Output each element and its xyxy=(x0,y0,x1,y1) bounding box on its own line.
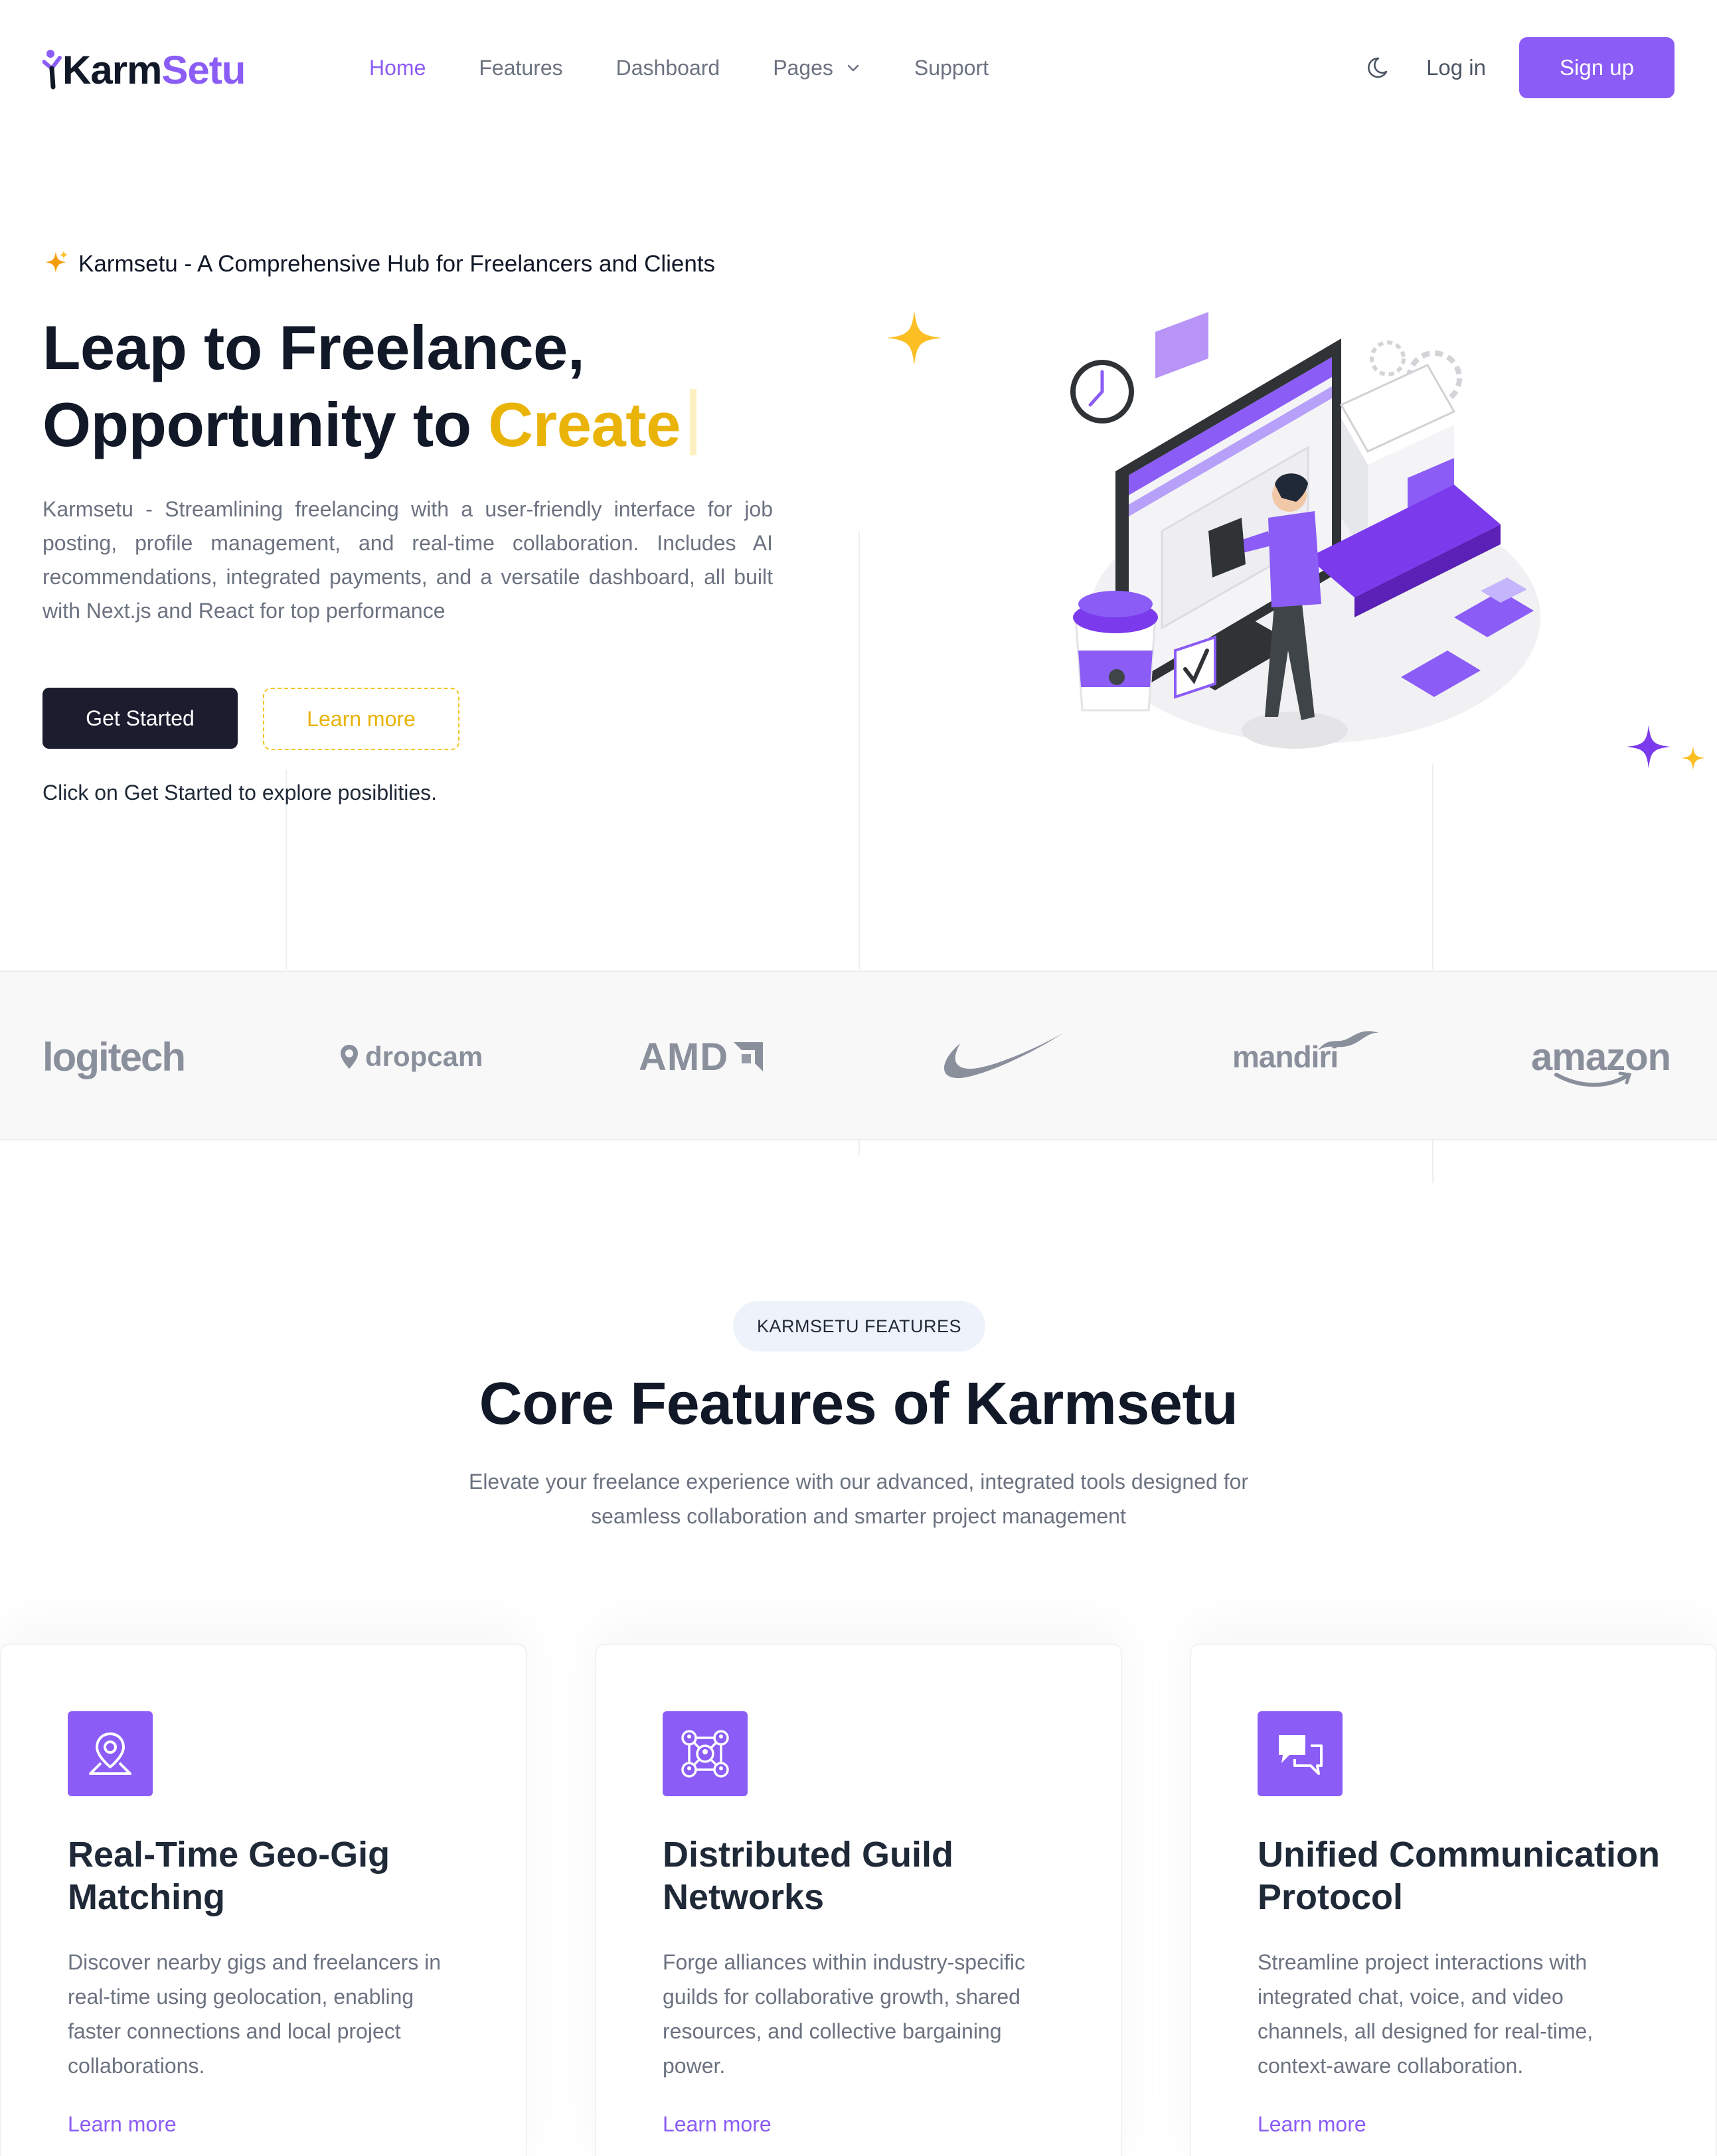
site-header: KarmSetu Home Features Dashboard Pages S… xyxy=(0,0,1717,137)
map-pin-icon xyxy=(68,1711,153,1796)
features-title: Core Features of Karmsetu xyxy=(479,1371,1238,1437)
guide-line xyxy=(858,1140,860,1155)
guide-line xyxy=(1432,763,1433,969)
hero-illustration xyxy=(1070,312,1540,749)
nike-swoosh-icon xyxy=(943,1033,1064,1079)
logitech-logo: logitech xyxy=(42,1034,186,1079)
nav-home[interactable]: Home xyxy=(369,52,426,84)
feature-card-description: Streamline project interactions with int… xyxy=(1258,1950,1594,2078)
feature-card-learn-more-link[interactable]: Learn more xyxy=(68,2112,177,2137)
brand-logo-strip: logitech dropcam AMD mandiri amazon xyxy=(0,970,1717,1140)
get-started-button[interactable]: Get Started xyxy=(42,688,238,749)
feature-card-title: Unified Communication Protocol xyxy=(1258,1835,1660,1917)
feature-card-learn-more-link[interactable]: Learn more xyxy=(663,2112,772,2137)
nike-logo xyxy=(934,972,1066,1142)
hero-title-line2: Opportunity to xyxy=(42,390,489,459)
hero-buttons: Get Started Learn more xyxy=(42,688,773,750)
map-pin-icon xyxy=(341,1045,358,1069)
mandiri-logo: mandiri xyxy=(1232,972,1382,1142)
moon-icon[interactable] xyxy=(1366,54,1393,81)
amazon-logo: amazon xyxy=(1531,972,1671,1142)
star-icon xyxy=(887,311,941,365)
mandiri-wave-icon xyxy=(1318,1031,1380,1050)
nav-support[interactable]: Support xyxy=(914,52,989,84)
feature-card: Distributed Guild Networks Forge allianc… xyxy=(595,1644,1122,2156)
chevron-down-icon xyxy=(847,64,859,72)
hero-hint: Click on Get Started to explore posiblit… xyxy=(42,781,438,805)
hero-eyebrow-text: Karmsetu - A Comprehensive Hub for Freel… xyxy=(78,251,716,277)
amd-logo: AMD xyxy=(639,972,764,1142)
typing-caret xyxy=(689,389,696,455)
feature-card: Real-Time Geo-Gig Matching Discover near… xyxy=(0,1644,527,2156)
sparkles-icon xyxy=(45,250,68,273)
hero-eyebrow: Karmsetu - A Comprehensive Hub for Freel… xyxy=(42,246,773,283)
hero-content: Karmsetu - A Comprehensive Hub for Freel… xyxy=(42,246,773,805)
features-subtitle: Elevate your freelance experience with o… xyxy=(468,1470,1249,1528)
star-icon xyxy=(1627,725,1671,769)
star-icon xyxy=(1681,746,1705,770)
main-nav: Home Features Dashboard Pages Support xyxy=(369,52,1042,84)
feature-card-learn-more-link[interactable]: Learn more xyxy=(1258,2112,1366,2137)
hero-title-line1: Leap to Freelance, xyxy=(42,313,585,382)
features-badge: KARMSETU FEATURES xyxy=(733,1301,985,1351)
guide-line xyxy=(1432,1140,1433,1183)
hero-title: Leap to Freelance, Opportunity to Create xyxy=(42,309,773,463)
signup-button[interactable]: Sign up xyxy=(1519,37,1675,98)
feature-card-title: Real-Time Geo-Gig Matching xyxy=(68,1835,390,1917)
login-link[interactable]: Log in xyxy=(1426,55,1486,80)
logo-person-icon xyxy=(42,50,62,90)
nav-features[interactable]: Features xyxy=(479,52,562,84)
nav-dashboard[interactable]: Dashboard xyxy=(616,52,720,84)
amd-arrow-icon xyxy=(734,1042,764,1071)
dropcam-logo: dropcam xyxy=(339,972,483,1142)
chat-icon xyxy=(1258,1711,1343,1796)
feature-card-description: Discover nearby gigs and freelancers in … xyxy=(68,1950,442,2078)
logo-text: KarmSetu xyxy=(62,48,246,92)
header-actions: Log in Sign up xyxy=(1366,37,1675,98)
hero-description: Karmsetu - Streamlining freelancing with… xyxy=(42,497,773,623)
learn-more-button[interactable]: Learn more xyxy=(263,688,459,750)
logo[interactable]: KarmSetu xyxy=(42,44,246,97)
feature-card-description: Forge alliances within industry-specific… xyxy=(663,1950,1025,2078)
guide-line xyxy=(858,531,860,969)
network-icon xyxy=(663,1711,748,1796)
feature-card-title: Distributed Guild Networks xyxy=(663,1835,953,1917)
amazon-smile-icon xyxy=(1554,1071,1632,1087)
hero-title-highlight: Create xyxy=(488,390,681,459)
feature-card: Unified Communication Protocol Streamlin… xyxy=(1190,1644,1717,2156)
nav-pages[interactable]: Pages xyxy=(773,52,861,84)
